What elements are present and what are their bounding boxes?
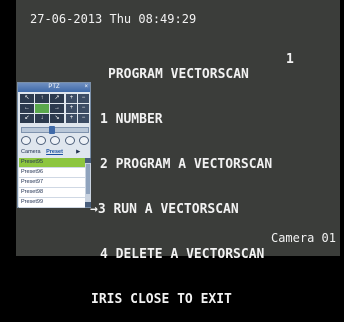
pan-right-button[interactable]: → bbox=[50, 104, 64, 113]
iris-open-button[interactable]: + bbox=[66, 114, 77, 123]
list-item[interactable]: Preset99 bbox=[19, 198, 85, 208]
close-icon[interactable]: × bbox=[84, 83, 88, 92]
slider-knob[interactable] bbox=[49, 126, 55, 134]
speed-slider[interactable] bbox=[21, 126, 89, 134]
preset-scrollbar[interactable] bbox=[85, 158, 91, 207]
tilt-down-button[interactable]: ↓ bbox=[35, 114, 49, 123]
pan-down-left-button[interactable]: ↙ bbox=[20, 114, 34, 123]
camera-label: Camera 01 bbox=[270, 231, 336, 245]
iris-close-button[interactable]: − bbox=[78, 114, 89, 123]
list-item[interactable]: Preset98 bbox=[19, 188, 85, 198]
lens-buttons: + − + − + − bbox=[66, 94, 90, 124]
list-item[interactable]: Preset97 bbox=[19, 178, 85, 188]
osd-menu: PROGRAM VECTORSCAN 1 NUMBER 2 PROGRAM A … bbox=[90, 37, 273, 322]
pan-left-button[interactable]: ← bbox=[20, 104, 34, 113]
list-item[interactable]: Preset96 bbox=[19, 168, 85, 178]
ptz-title: PTZ bbox=[48, 84, 60, 90]
focus-far-button[interactable]: − bbox=[78, 104, 89, 113]
iris-icon[interactable] bbox=[50, 136, 60, 145]
pan-down-right-button[interactable]: ↘ bbox=[50, 114, 64, 123]
zoom-out-button[interactable]: − bbox=[78, 94, 89, 103]
auto-pan-button[interactable] bbox=[35, 104, 49, 113]
ptz-titlebar: PTZ × bbox=[18, 83, 90, 92]
scroll-thumb[interactable] bbox=[86, 164, 90, 194]
tab-camera[interactable]: Camera bbox=[19, 148, 43, 157]
timestamp: 27-06-2013 Thu 08:49:29 bbox=[30, 12, 197, 26]
tab-more[interactable]: ▶ bbox=[66, 148, 90, 157]
pan-up-right-button[interactable]: ↗ bbox=[50, 94, 64, 103]
focus-near-button[interactable]: + bbox=[66, 104, 77, 113]
ptz-panel: PTZ × ↖ ↑ ↗ ← → ↙ ↓ ↘ + − + − + − Camera… bbox=[17, 82, 91, 208]
ptz-tabs: Camera Preset ▶ bbox=[19, 148, 90, 157]
wiper-icon[interactable] bbox=[79, 136, 89, 145]
menu-item-delete: 4 DELETE A VECTORSCAN bbox=[100, 247, 265, 262]
light-icon[interactable] bbox=[64, 136, 75, 145]
scroll-up-icon[interactable] bbox=[85, 158, 91, 163]
preset-list: Preset95 Preset96 Preset97 Preset98 Pres… bbox=[19, 158, 85, 208]
ptz-icon-row bbox=[21, 136, 89, 146]
menu-title: PROGRAM VECTORSCAN bbox=[108, 67, 249, 82]
zoom-icon[interactable] bbox=[35, 136, 46, 145]
scroll-down-icon[interactable] bbox=[85, 202, 91, 207]
list-item[interactable]: Preset95 bbox=[19, 158, 85, 168]
menu-exit-hint: IRIS CLOSE TO EXIT bbox=[91, 292, 232, 307]
menu-item-number: 1 NUMBER bbox=[100, 112, 163, 127]
focus-icon[interactable] bbox=[21, 136, 31, 145]
menu-item-program: 2 PROGRAM A VECTORSCAN bbox=[100, 157, 273, 172]
tilt-up-button[interactable]: ↑ bbox=[35, 94, 49, 103]
direction-pad: ↖ ↑ ↗ ← → ↙ ↓ ↘ bbox=[20, 94, 64, 124]
tab-preset[interactable]: Preset bbox=[43, 148, 67, 157]
pan-up-left-button[interactable]: ↖ bbox=[20, 94, 34, 103]
zoom-in-button[interactable]: + bbox=[66, 94, 77, 103]
number-value: 1 bbox=[286, 52, 294, 67]
menu-item-run: →3 RUN A VECTORSCAN bbox=[90, 202, 239, 217]
